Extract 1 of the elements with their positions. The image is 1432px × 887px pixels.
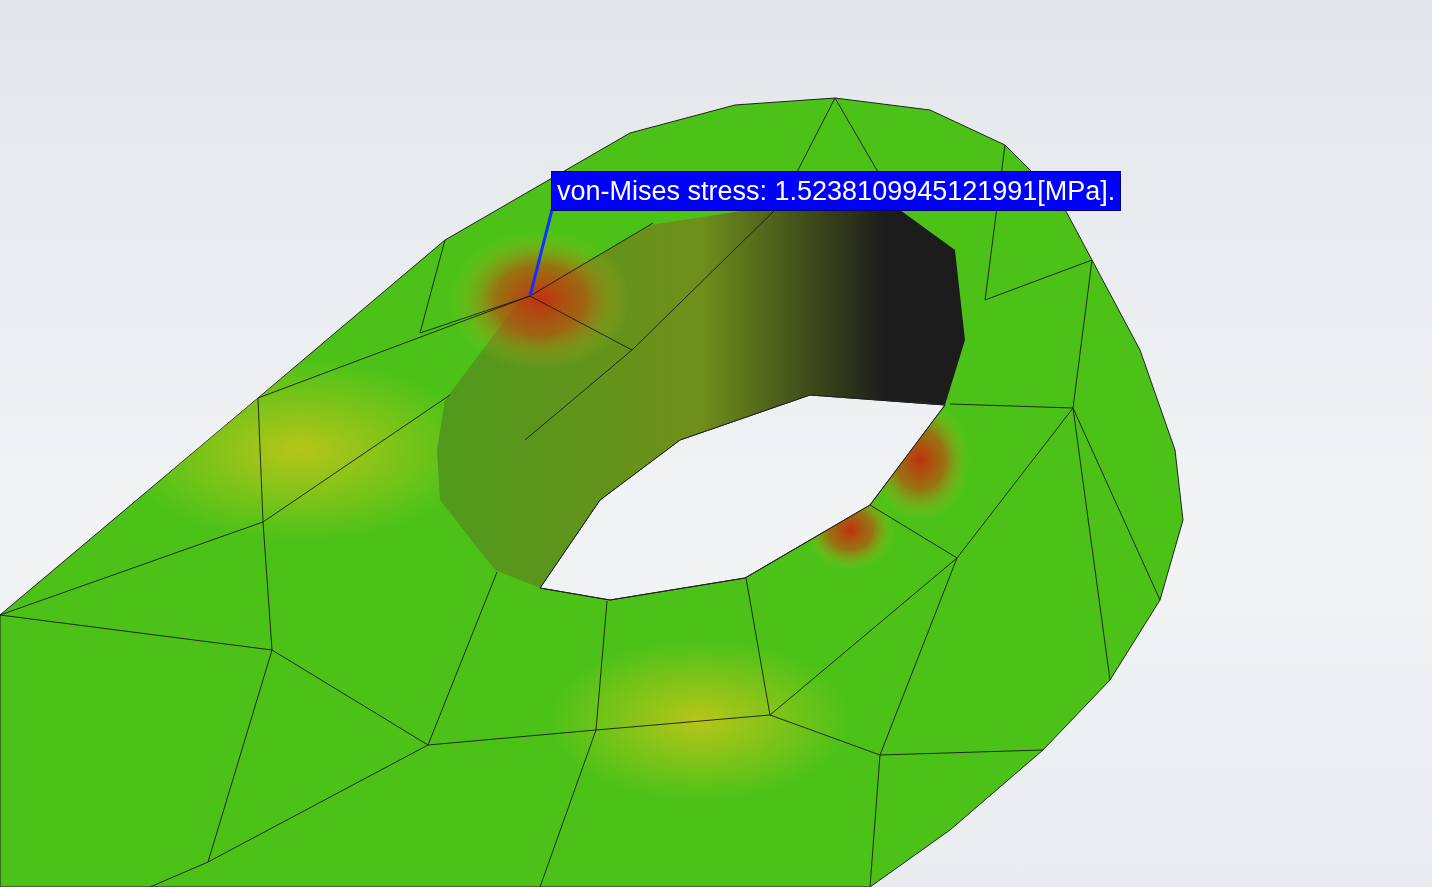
stress-label: von-Mises stress: 1.5238109945121991[MPa]. xyxy=(551,171,1122,211)
